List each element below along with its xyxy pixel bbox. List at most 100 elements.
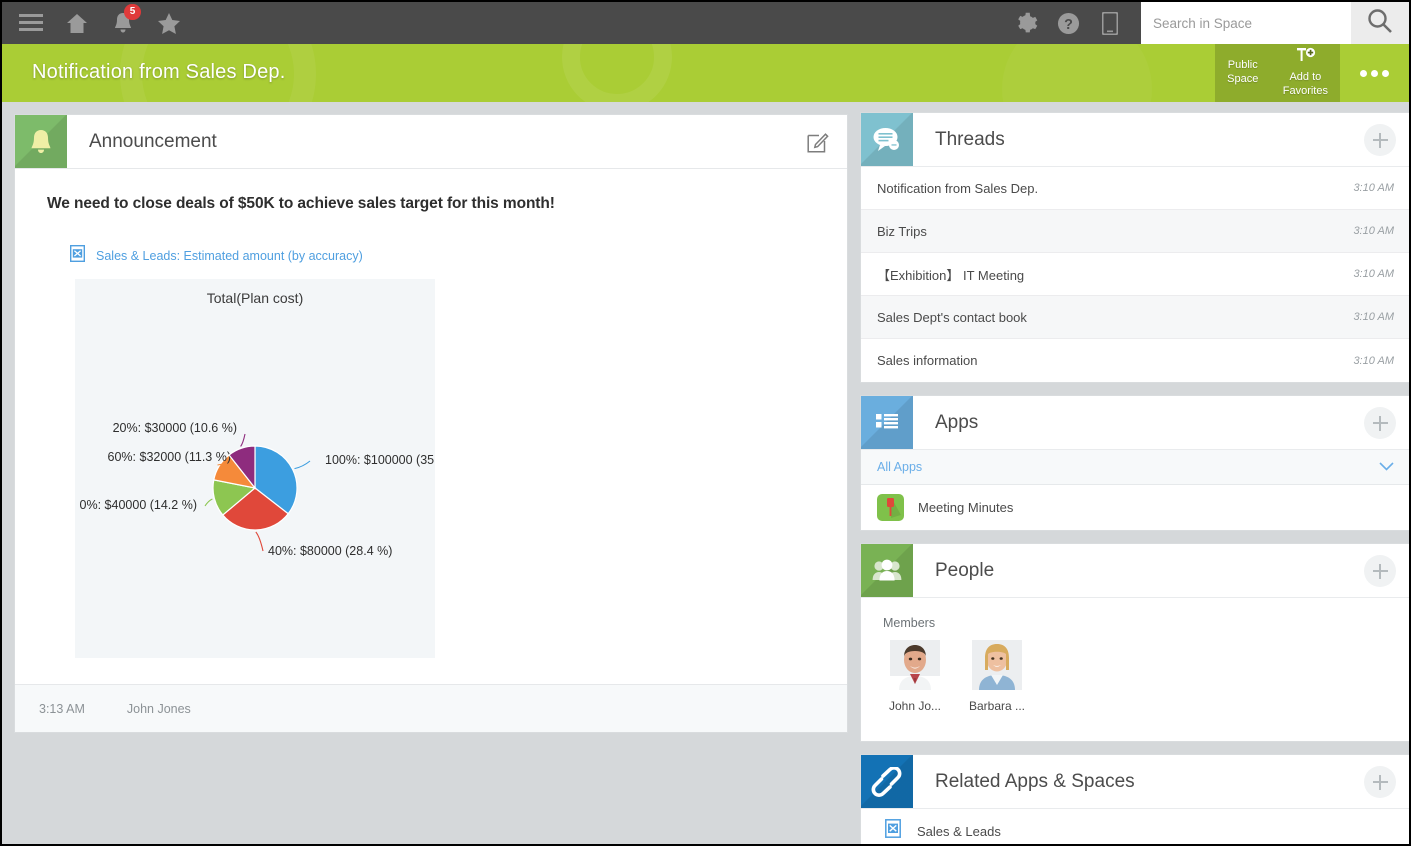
favorites-button[interactable] — [148, 2, 190, 44]
search-container — [1141, 2, 1409, 44]
apps-list: Meeting Minutes — [861, 485, 1409, 530]
topbar-right-actions: ? — [1005, 2, 1409, 44]
thread-time: 3:10 AM — [1353, 225, 1394, 237]
thread-name: 【Exhibition】 IT Meeting — [877, 267, 1025, 283]
people-icon — [861, 544, 913, 597]
thread-time: 3:10 AM — [1353, 182, 1394, 194]
panel-title: People — [935, 559, 995, 581]
related-row[interactable]: Sales & Leads — [861, 809, 1409, 844]
top-navigation-bar: 5 ? Search in Space — [2, 2, 1409, 44]
link-icon — [861, 755, 913, 808]
pie-slice-label: 60%: $32000 (11.3 %) — [108, 450, 231, 464]
announcement-footer: 3:13 AM John Jones — [15, 684, 847, 732]
pie-leader-line — [255, 531, 264, 552]
thread-time: 3:10 AM — [1353, 268, 1394, 280]
pie-leader-line — [240, 433, 246, 447]
pie-chart: 100%: $100000 (35.5 %) 40%: $80000 (28.4 … — [80, 421, 435, 558]
members-label: Members — [883, 616, 936, 630]
chat-bubble-icon — [861, 113, 913, 166]
help-button[interactable]: ? — [1047, 2, 1089, 44]
related-header: Related Apps & Spaces — [861, 755, 1409, 809]
thread-time: 3:10 AM — [1353, 311, 1394, 323]
pie-slice-label: 0%: $40000 (14.2 %) — [80, 498, 197, 512]
avatar — [972, 640, 1022, 690]
hamburger-icon — [19, 14, 43, 32]
thread-name: Biz Trips — [877, 223, 927, 239]
threads-panel: Threads Notification from Sales Dep. 3:10… — [860, 112, 1409, 383]
thread-name: Sales Dept's contact book — [877, 309, 1027, 325]
chevron-down-icon[interactable] — [1379, 458, 1394, 476]
thread-name: Sales information — [877, 353, 978, 368]
announcement-header: Announcement — [15, 115, 847, 169]
app-row[interactable]: Meeting Minutes — [861, 485, 1409, 530]
more-options-button[interactable] — [1340, 44, 1409, 102]
search-button[interactable] — [1351, 2, 1409, 44]
member-name: Barbara ... — [968, 699, 1026, 713]
mobile-button[interactable] — [1089, 2, 1131, 44]
question-icon: ? — [1057, 12, 1080, 35]
panel-title: Threads — [935, 128, 1005, 150]
ellipsis-icon — [1358, 69, 1391, 77]
bell-icon — [15, 115, 67, 168]
space-type-line2: Space — [1227, 73, 1259, 85]
attachment-row[interactable]: Sales & Leads: Estimated amount (by accu… — [69, 244, 815, 267]
settings-button[interactable] — [1005, 2, 1047, 44]
related-name: Sales & Leads — [917, 823, 1001, 839]
space-banner: Notification from Sales Dep. Public Spac… — [2, 44, 1409, 102]
thread-name: Notification from Sales Dep. — [877, 180, 1039, 196]
apps-filter-row[interactable]: All Apps — [861, 450, 1409, 485]
pie-slice-label: 20%: $30000 (10.6 %) — [113, 421, 237, 435]
banner-decoration-circle — [1002, 44, 1152, 102]
favorite-line1: Add to — [1289, 71, 1322, 84]
thread-row[interactable]: Biz Trips 3:10 AM — [861, 210, 1409, 253]
announcement-text: We need to close deals of $50K to achiev… — [47, 195, 555, 212]
add-to-favorites-button[interactable]: Add to Favorites — [1271, 44, 1340, 102]
attachment-label[interactable]: Sales & Leads: Estimated amount (by accu… — [96, 249, 363, 263]
announcement-body: We need to close deals of $50K to achiev… — [15, 169, 847, 658]
topbar-left-actions: 5 — [2, 2, 190, 44]
space-type-label: Public Space — [1215, 44, 1271, 102]
apps-header: Apps — [861, 396, 1409, 450]
space-type-line1: Public — [1227, 59, 1258, 72]
apps-panel: Apps All Apps Meeting Minutes — [860, 395, 1409, 531]
favorite-line2: Favorites — [1282, 84, 1328, 97]
people-header: People — [861, 544, 1409, 598]
notifications-button[interactable]: 5 — [102, 2, 144, 44]
home-button[interactable] — [56, 2, 98, 44]
thread-time: 3:10 AM — [1353, 354, 1394, 367]
add-app-button[interactable] — [1364, 407, 1396, 439]
post-time: 3:13 AM — [39, 701, 85, 716]
announcement-card: Announcement We need to close deals of $… — [14, 114, 848, 733]
member-item[interactable]: John Jo... — [883, 640, 947, 713]
spreadsheet-icon — [69, 244, 86, 267]
add-thread-button[interactable] — [1364, 124, 1396, 156]
thread-row[interactable]: 【Exhibition】 IT Meeting 3:10 AM — [861, 253, 1409, 296]
svg-text:?: ? — [1064, 16, 1073, 32]
add-related-button[interactable] — [1364, 766, 1396, 798]
edit-icon — [807, 133, 829, 157]
avatar — [890, 640, 940, 690]
menu-button[interactable] — [10, 2, 52, 44]
people-panel: People Members John Jo... Barbara ... — [860, 543, 1409, 742]
search-input[interactable] — [1141, 2, 1351, 44]
pie-slice-label: 100%: $100000 (35.5 %) — [325, 453, 435, 467]
people-body: Members John Jo... Barbara ... — [861, 598, 1409, 741]
pin-add-icon — [1294, 47, 1316, 69]
add-person-button[interactable] — [1364, 555, 1396, 587]
edit-button[interactable] — [807, 131, 829, 158]
notification-badge: 5 — [124, 4, 141, 20]
spreadsheet-icon — [885, 819, 901, 843]
home-icon — [66, 13, 88, 34]
related-list: Sales & Leads — [861, 809, 1409, 844]
member-item[interactable]: Barbara ... — [965, 640, 1029, 713]
pie-chart-container: Total(Plan cost) 100%: $100000 (35.5 %)4… — [75, 279, 435, 658]
threads-list: Notification from Sales Dep. 3:10 AM Biz T… — [861, 167, 1409, 382]
thread-row[interactable]: Notification from Sales Dep. 3:10 AM — [861, 167, 1409, 210]
thread-row[interactable]: Sales Dept's contact book 3:10 AM — [861, 296, 1409, 339]
related-panel: Related Apps & Spaces Sales & Leads — [860, 754, 1409, 844]
thread-row[interactable]: Sales information 3:10 AM — [861, 339, 1409, 382]
member-name: John Jo... — [888, 699, 942, 713]
threads-header: Threads — [861, 113, 1409, 167]
pin-icon — [877, 494, 904, 521]
right-sidebar: Threads Notification from Sales Dep. 3:10… — [860, 112, 1409, 844]
